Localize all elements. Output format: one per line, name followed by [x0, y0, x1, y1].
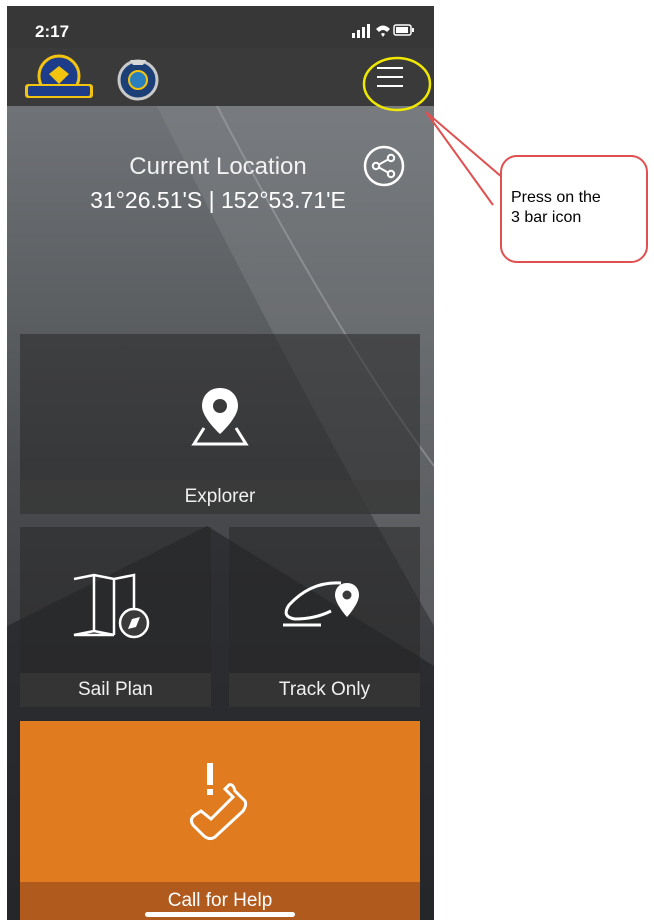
phone-screen: 2:17 Current Location 31°26.51'S | 152°5…: [7, 6, 434, 920]
home-indicator: [145, 912, 295, 917]
callout-text: Press on the 3 bar icon: [511, 188, 641, 228]
status-icons: [352, 24, 414, 38]
marine-rescue-emblem: [117, 59, 159, 101]
map-compass-icon: [73, 573, 150, 639]
sail-plan-tile[interactable]: Sail Plan: [20, 527, 211, 707]
status-bar: 2:17: [7, 6, 434, 48]
track-only-tile[interactable]: Track Only: [229, 527, 420, 707]
share-icon[interactable]: [362, 144, 406, 188]
map-pin-icon: [191, 388, 249, 446]
callout-line-2: 3 bar icon: [511, 209, 582, 226]
menu-icon[interactable]: [365, 61, 415, 93]
coast-guard-logo: [25, 54, 93, 98]
track-only-label: Track Only: [229, 673, 420, 707]
track-pin-icon: [283, 581, 359, 627]
call-for-help-button[interactable]: Call for Help: [20, 721, 420, 920]
explorer-label: Explorer: [20, 480, 420, 514]
callout-line-1: Press on the: [511, 189, 601, 206]
location-coordinates: 31°26.51'S | 152°53.71'E: [90, 187, 346, 213]
app-header: [7, 48, 434, 106]
phone-alert-icon: [189, 763, 248, 841]
status-time: 2:17: [35, 22, 70, 41]
explorer-tile[interactable]: Explorer: [20, 334, 420, 514]
sail-plan-label: Sail Plan: [20, 673, 211, 707]
